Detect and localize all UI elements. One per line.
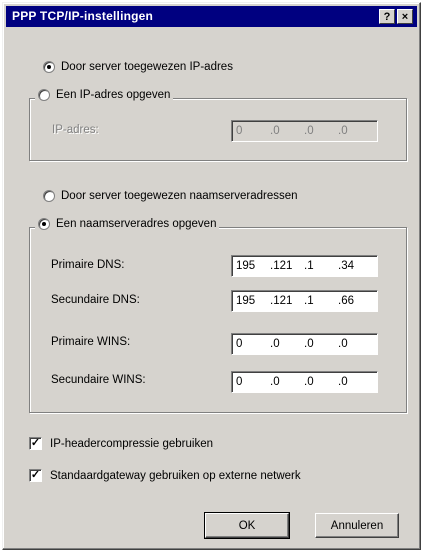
radio-auto-ip-label: Door server toegewezen IP-adres [61, 61, 233, 73]
secondary-dns-octet-4: .66 [338, 295, 354, 307]
secondary-wins-input[interactable]: 0 .0 .0 .0 [231, 371, 378, 393]
radio-manual-ip-label: Een IP-adres opgeven [56, 89, 171, 101]
title-bar[interactable]: PPP TCP/IP-instellingen ? × [6, 6, 417, 27]
ip-address-label: IP-adres: [52, 124, 99, 136]
close-button[interactable]: × [397, 9, 413, 24]
default-gateway-label: Standaardgateway gebruiken op externe ne… [50, 469, 301, 482]
ip-octet-3: .0 [304, 125, 314, 137]
ip-octet-1: 0 [236, 125, 243, 137]
primary-dns-label: Primaire DNS: [51, 259, 125, 271]
primary-wins-octet-4: .0 [338, 338, 348, 350]
primary-dns-octet-4: .34 [338, 260, 354, 272]
primary-wins-octet-2: .0 [270, 338, 280, 350]
checkbox-header-compression[interactable]: ✓ IP-headercompressie gebruiken [29, 437, 213, 450]
ip-octet-4: .0 [338, 125, 348, 137]
secondary-dns-input[interactable]: 195 .121 .1 .66 [231, 290, 378, 312]
radio-manual-ip[interactable]: Een IP-adres opgeven [35, 89, 174, 101]
primary-dns-octet-3: .1 [304, 260, 314, 272]
radio-manual-ip-indicator[interactable] [38, 89, 50, 101]
help-icon: ? [383, 11, 391, 23]
ok-button[interactable]: OK [204, 512, 290, 539]
window-title: PPP TCP/IP-instellingen [12, 9, 154, 23]
radio-manual-dns-label: Een naamserveradres opgeven [56, 218, 217, 230]
secondary-dns-octet-1: 195 [236, 295, 256, 307]
radio-auto-dns[interactable]: Door server toegewezen naamserveradresse… [43, 190, 298, 202]
header-compression-checkmark-icon[interactable]: ✓ [29, 437, 42, 450]
radio-manual-dns-indicator[interactable] [38, 218, 50, 230]
radio-auto-dns-label: Door server toegewezen naamserveradresse… [61, 190, 298, 202]
help-button[interactable]: ? [379, 9, 395, 24]
ip-address-input[interactable]: 0 .0 .0 .0 [231, 120, 378, 142]
primary-wins-label: Primaire WINS: [51, 336, 131, 348]
checkbox-default-gateway[interactable]: ✓ Standaardgateway gebruiken op externe … [29, 469, 301, 482]
radio-auto-ip-indicator[interactable] [43, 61, 55, 73]
primary-dns-octet-1: 195 [236, 260, 256, 272]
secondary-wins-octet-4: .0 [338, 376, 348, 388]
radio-auto-dns-indicator[interactable] [43, 190, 55, 202]
secondary-dns-octet-3: .1 [304, 295, 314, 307]
primary-dns-input[interactable]: 195 .121 .1 .34 [231, 255, 378, 277]
secondary-dns-label: Secundaire DNS: [51, 294, 140, 306]
secondary-wins-octet-1: 0 [236, 376, 243, 388]
primary-dns-octet-2: .121 [270, 260, 293, 272]
default-gateway-checkmark-icon[interactable]: ✓ [29, 469, 42, 482]
cancel-button[interactable]: Annuleren [315, 513, 399, 538]
close-icon: × [401, 11, 409, 23]
ip-octet-2: .0 [270, 125, 280, 137]
cancel-button-label: Annuleren [330, 519, 384, 532]
ok-button-label: OK [238, 519, 256, 532]
primary-wins-octet-3: .0 [304, 338, 314, 350]
secondary-wins-octet-2: .0 [270, 376, 280, 388]
secondary-wins-octet-3: .0 [304, 376, 314, 388]
ppp-tcpip-dialog: PPP TCP/IP-instellingen ? × Door server … [2, 2, 421, 550]
radio-manual-dns[interactable]: Een naamserveradres opgeven [35, 218, 220, 230]
primary-wins-octet-1: 0 [236, 338, 243, 350]
primary-wins-input[interactable]: 0 .0 .0 .0 [231, 333, 378, 355]
secondary-dns-octet-2: .121 [270, 295, 293, 307]
header-compression-label: IP-headercompressie gebruiken [50, 437, 214, 450]
radio-auto-ip[interactable]: Door server toegewezen IP-adres [43, 61, 233, 73]
secondary-wins-label: Secundaire WINS: [51, 374, 146, 386]
